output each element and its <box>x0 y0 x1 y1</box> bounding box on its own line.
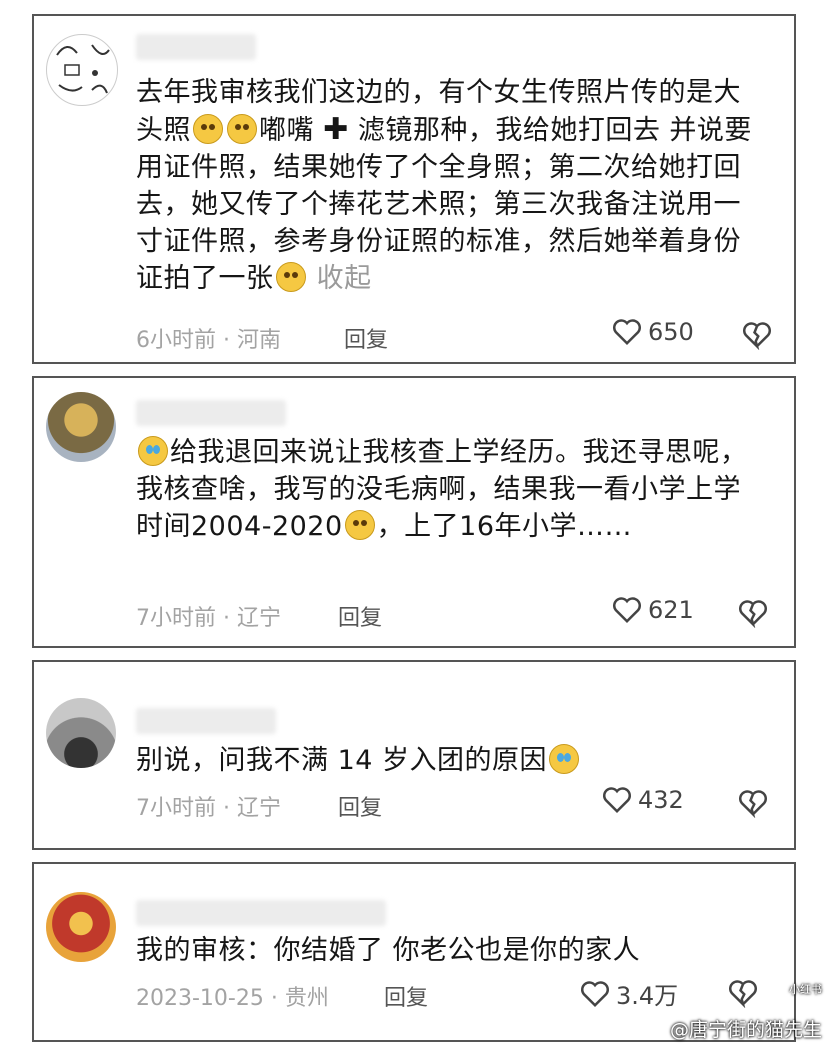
avatar[interactable] <box>46 698 116 768</box>
comment-meta: 2023-10-25 · 贵州 <box>136 986 329 1011</box>
comment-meta: 6小时前 · 河南 <box>136 328 281 353</box>
broken-heart-icon[interactable] <box>742 320 772 350</box>
username-blurred[interactable] <box>136 900 386 926</box>
collapse-link[interactable]: 收起 <box>317 263 372 294</box>
comment-text: 给我退回来说让我核查上学经历。我还寻思呢，我核查啥，我写的没毛病啊，结果我一看小… <box>136 436 748 542</box>
comment-meta: 7小时前 · 辽宁 <box>136 796 281 821</box>
reply-button[interactable]: 回复 <box>338 790 382 822</box>
like-button[interactable]: 432 <box>602 786 684 814</box>
avatar[interactable] <box>46 392 116 462</box>
comment-meta: 7小时前 · 辽宁 <box>136 606 281 631</box>
comment-card: 给我退回来说让我核查上学经历。我还寻思呢，我核查啥，我写的没毛病啊，结果我一看小… <box>32 376 796 648</box>
like-button[interactable]: 621 <box>612 596 694 624</box>
comment-text: 我的审核：你结婚了 你老公也是你的家人 <box>136 935 641 966</box>
laugh-cry-emoji-icon <box>549 744 580 774</box>
comment-card: 别说，问我不满 14 岁入团的原因 7小时前 · 辽宁 回复 432 <box>32 660 796 850</box>
watermark: 小红书 @唐宁街的猫先生 <box>642 983 822 1042</box>
reply-button[interactable]: 回复 <box>384 980 428 1012</box>
like-count: 650 <box>648 318 694 346</box>
weibo-logo-icon <box>642 1023 662 1038</box>
reply-button[interactable]: 回复 <box>344 322 388 354</box>
like-count: 432 <box>638 786 684 814</box>
comment-card: 去年我审核我们这边的，有个女生传照片传的是大头照 嘟嘴 ✚ 滤镜那种，我给她打回去… <box>32 14 796 364</box>
username-blurred[interactable] <box>136 34 256 60</box>
grin-emoji-icon <box>193 114 223 144</box>
username-blurred[interactable] <box>136 708 276 734</box>
username-blurred[interactable] <box>136 400 286 426</box>
heart-icon <box>581 980 609 1007</box>
plus-icon: ✚ <box>323 112 349 147</box>
broken-heart-icon[interactable] <box>728 978 758 1008</box>
broken-heart-icon[interactable] <box>738 788 768 818</box>
reply-button[interactable]: 回复 <box>338 600 382 632</box>
heart-icon <box>603 787 631 814</box>
heart-icon <box>613 319 641 346</box>
like-button[interactable]: 650 <box>612 318 694 346</box>
like-count: 621 <box>648 596 694 624</box>
comment-text: 去年我审核我们这边的，有个女生传照片传的是大头照 嘟嘴 ✚ 滤镜那种，我给她打回去… <box>136 77 752 294</box>
like-button[interactable]: 3.4万 <box>580 976 678 1011</box>
grin-emoji-icon <box>344 510 375 540</box>
watermark-text: @唐宁街的猫先生 <box>669 1019 822 1041</box>
grin-emoji-icon <box>227 114 257 144</box>
heart-icon <box>613 597 641 624</box>
like-count: 3.4万 <box>616 982 679 1010</box>
broken-heart-icon[interactable] <box>738 598 768 628</box>
avatar[interactable] <box>46 892 116 962</box>
comment-text: 别说，问我不满 14 岁入团的原因 <box>136 742 764 779</box>
avatar[interactable] <box>46 34 118 106</box>
grin-emoji-icon <box>275 262 306 292</box>
laugh-cry-emoji-icon <box>138 436 168 466</box>
watermark-small: 小红书 <box>789 983 822 996</box>
